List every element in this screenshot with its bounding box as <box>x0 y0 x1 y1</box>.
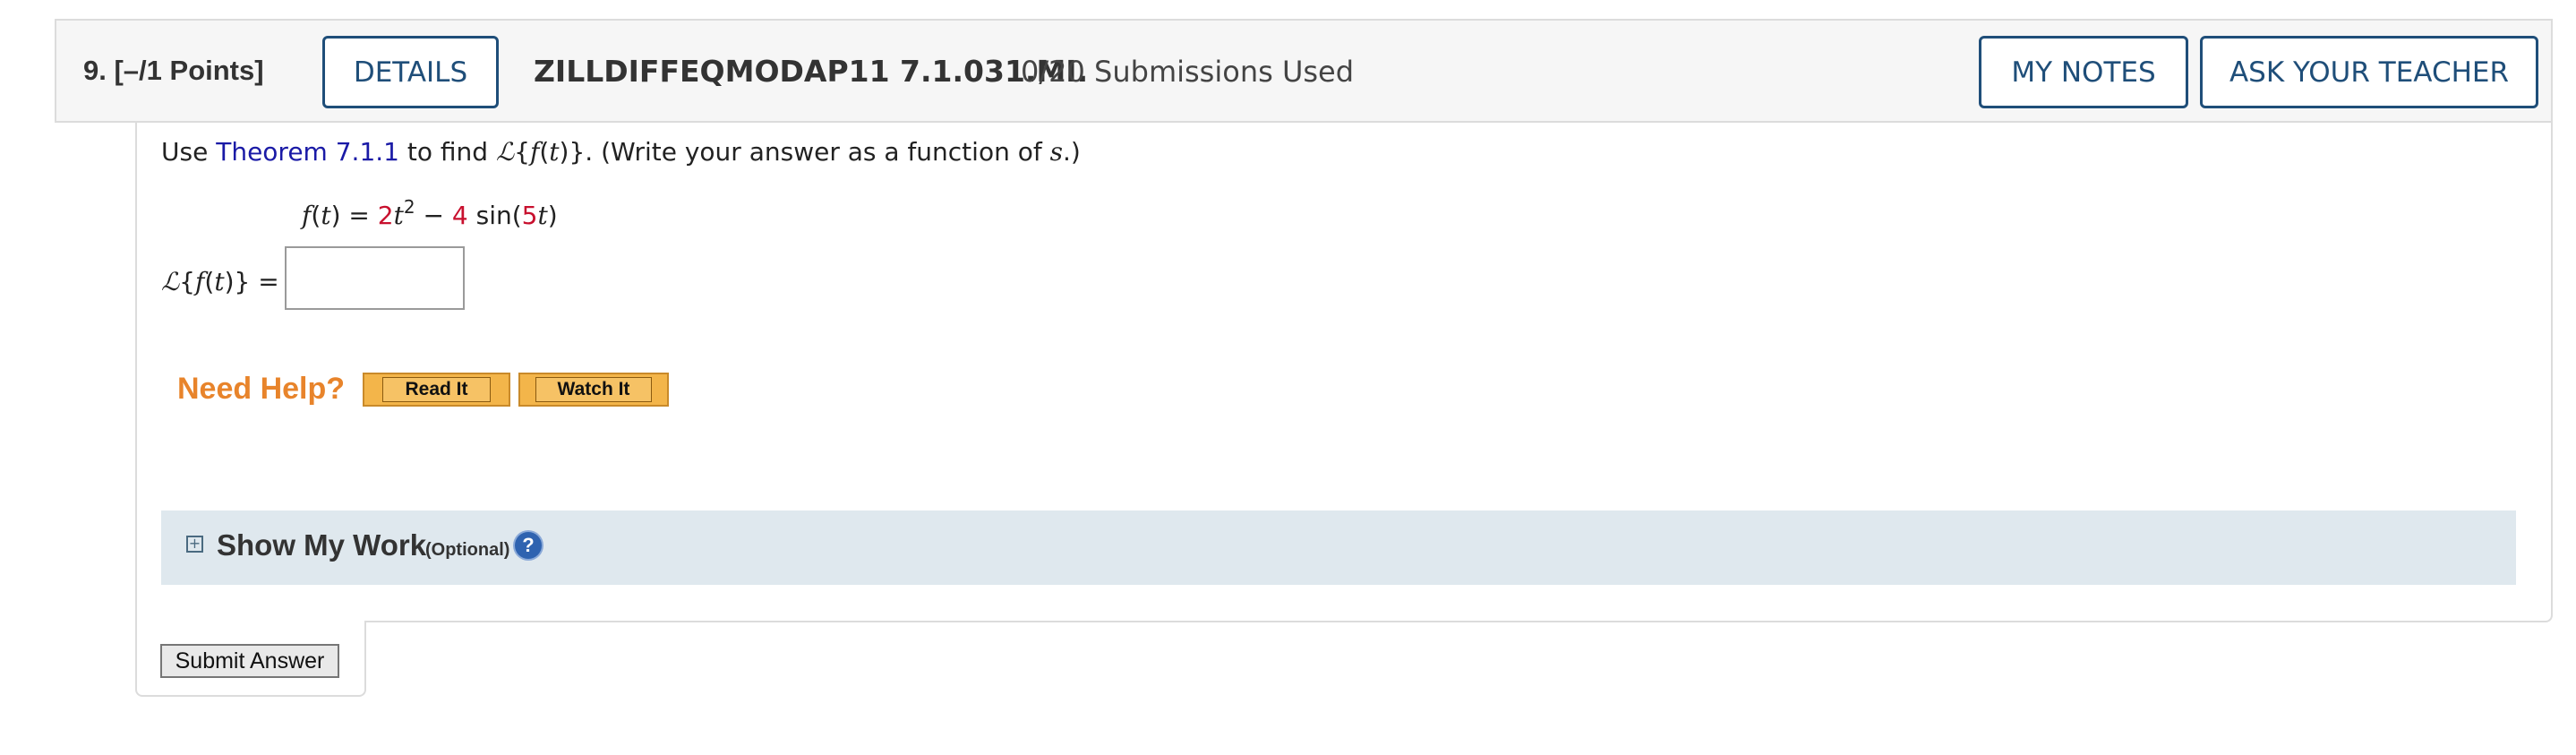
optional-label: (Optional) <box>425 540 510 560</box>
formula-var-t-1: t <box>393 201 404 230</box>
formula-f: f <box>302 201 312 230</box>
formula-paren-open: ( <box>311 201 321 230</box>
prompt-var-f: f <box>529 137 540 167</box>
prompt-var-s: s <box>1049 137 1063 167</box>
coefficient-5: 5 <box>521 201 538 230</box>
question-header: 9. [–/1 Points] DETAILS ZILLDIFFEQMODAP1… <box>55 19 2553 123</box>
watch-it-label: Watch It <box>535 377 653 402</box>
read-it-button[interactable]: Read It <box>363 373 510 407</box>
formula-var-t-2: t <box>537 201 548 230</box>
answer-f: f <box>195 267 205 296</box>
prompt-paren-close: ) <box>559 137 569 167</box>
exponent-2: 2 <box>403 196 415 218</box>
my-notes-button[interactable]: MY NOTES <box>1979 36 2188 108</box>
coefficient-2: 2 <box>377 201 394 230</box>
prompt-text-use: Use <box>161 137 209 167</box>
answer-label: ℒ{f(t)} = <box>161 267 279 296</box>
question-points: 9. [–/1 Points] <box>83 55 264 87</box>
read-it-label: Read It <box>382 377 491 402</box>
prompt-brace-close: }. <box>569 137 594 167</box>
ask-your-teacher-button[interactable]: ASK YOUR TEACHER <box>2200 36 2538 108</box>
need-help-label: Need Help? <box>177 372 346 406</box>
expand-plus-icon[interactable]: + <box>186 536 203 553</box>
formula-t: t <box>321 201 331 230</box>
prompt-instruction: (Write your answer as a function of <box>601 137 1042 167</box>
laplace-symbol: ℒ <box>495 137 515 167</box>
prompt-paren-open: ( <box>539 137 550 167</box>
help-question-icon[interactable]: ? <box>515 532 542 559</box>
theorem-link[interactable]: Theorem 7.1.1 <box>216 137 399 167</box>
answer-brace-open: { <box>179 267 195 296</box>
show-my-work-panel[interactable]: + Show My Work (Optional) ? <box>161 510 2516 585</box>
watch-it-button[interactable]: Watch It <box>518 373 669 407</box>
question-prompt: Use Theorem 7.1.1 to find ℒ{f(t)}. (Writ… <box>161 137 1081 167</box>
submit-tab-join <box>137 620 364 625</box>
formula-close-paren: ) <box>547 201 558 230</box>
answer-t: t <box>214 267 225 296</box>
question-code: ZILLDIFFEQMODAP11 7.1.031.MI. <box>534 54 1089 89</box>
answer-equals: )} = <box>224 267 279 296</box>
function-definition: f(t) = 2t2 − 4 sin(5t) <box>302 196 558 230</box>
formula-equals: ) = <box>330 201 370 230</box>
prompt-brace-open: { <box>514 137 530 167</box>
sin-function: sin( <box>475 201 522 230</box>
answer-paren-open: ( <box>204 267 215 296</box>
details-button[interactable]: DETAILS <box>322 36 499 108</box>
prompt-end: .) <box>1063 137 1081 167</box>
coefficient-4: 4 <box>451 201 468 230</box>
submissions-used: 0/20 Submissions Used <box>1021 55 1355 89</box>
submit-answer-button[interactable]: Submit Answer <box>160 644 339 678</box>
prompt-text-to-find: to find <box>407 137 489 167</box>
answer-laplace-symbol: ℒ <box>161 267 180 296</box>
question-number: 9. <box>83 55 107 86</box>
show-my-work-title[interactable]: Show My Work <box>217 528 426 562</box>
prompt-var-t: t <box>549 137 560 167</box>
points-label: [–/1 Points] <box>114 55 264 86</box>
answer-input[interactable] <box>285 246 465 310</box>
minus-sign: − <box>423 201 444 230</box>
